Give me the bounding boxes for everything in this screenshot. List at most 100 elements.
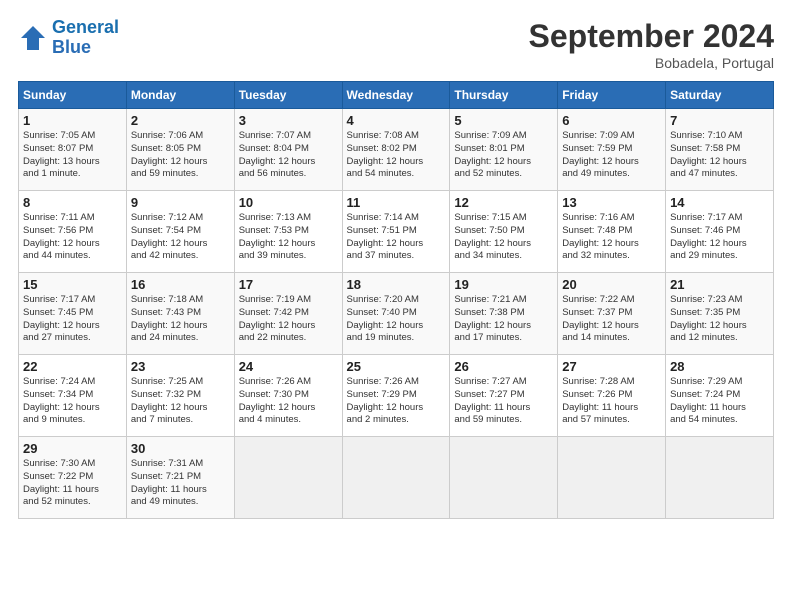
day-number: 14 [670, 195, 769, 210]
day-info: Sunrise: 7:24 AMSunset: 7:34 PMDaylight:… [23, 376, 122, 427]
weekday-wednesday: Wednesday [342, 82, 450, 109]
month-title: September 2024 [529, 18, 774, 55]
calendar-cell: 19 Sunrise: 7:21 AMSunset: 7:38 PMDayligh… [450, 273, 558, 355]
day-number: 17 [239, 277, 338, 292]
calendar-cell: 23Sunrise: 7:25 AMSunset: 7:32 PMDayligh… [126, 355, 234, 437]
weekday-tuesday: Tuesday [234, 82, 342, 109]
day-number: 4 [347, 113, 446, 128]
day-number: 10 [239, 195, 338, 210]
day-number: 11 [347, 195, 446, 210]
day-number: 8 [23, 195, 122, 210]
week-row-1: 1 Sunrise: 7:05 AMSunset: 8:07 PMDaylight… [19, 109, 774, 191]
calendar-cell: 25 Sunrise: 7:26 AMSunset: 7:29 PMDayligh… [342, 355, 450, 437]
day-number: 23 [131, 359, 230, 374]
day-info: Sunrise: 7:20 AMSunset: 7:40 PMDaylight:… [347, 294, 446, 345]
calendar-cell [234, 437, 342, 519]
logo-text: General Blue [52, 18, 119, 58]
calendar-cell: 14 Sunrise: 7:17 AMSunset: 7:46 PMDayligh… [666, 191, 774, 273]
calendar-cell: 4 Sunrise: 7:08 AMSunset: 8:02 PMDaylight… [342, 109, 450, 191]
calendar-cell: 27Sunrise: 7:28 AMSunset: 7:26 PMDayligh… [558, 355, 666, 437]
day-info: Sunrise: 7:15 AMSunset: 7:50 PMDaylight:… [454, 212, 553, 263]
day-number: 30 [131, 441, 230, 456]
calendar-cell: 3 Sunrise: 7:07 AMSunset: 8:04 PMDaylight… [234, 109, 342, 191]
calendar-cell: 13Sunrise: 7:16 AMSunset: 7:48 PMDayligh… [558, 191, 666, 273]
title-block: September 2024 Bobadela, Portugal [529, 18, 774, 71]
day-number: 13 [562, 195, 661, 210]
calendar-cell: 2 Sunrise: 7:06 AMSunset: 8:05 PMDaylight… [126, 109, 234, 191]
day-number: 25 [347, 359, 446, 374]
calendar-body: 1 Sunrise: 7:05 AMSunset: 8:07 PMDaylight… [19, 109, 774, 519]
day-info: Sunrise: 7:12 AMSunset: 7:54 PMDaylight:… [131, 212, 230, 263]
calendar-cell: 24 Sunrise: 7:26 AMSunset: 7:30 PMDayligh… [234, 355, 342, 437]
calendar-cell: 30 Sunrise: 7:31 AMSunset: 7:21 PMDayligh… [126, 437, 234, 519]
day-info: Sunrise: 7:27 AMSunset: 7:27 PMDaylight:… [454, 376, 553, 427]
logo: General Blue [18, 18, 119, 58]
weekday-thursday: Thursday [450, 82, 558, 109]
day-number: 22 [23, 359, 122, 374]
location: Bobadela, Portugal [529, 55, 774, 71]
day-info: Sunrise: 7:08 AMSunset: 8:02 PMDaylight:… [347, 130, 446, 181]
calendar-cell: 15 Sunrise: 7:17 AMSunset: 7:45 PMDayligh… [19, 273, 127, 355]
day-number: 2 [131, 113, 230, 128]
day-number: 27 [562, 359, 661, 374]
week-row-2: 8 Sunrise: 7:11 AMSunset: 7:56 PMDaylight… [19, 191, 774, 273]
day-info: Sunrise: 7:26 AMSunset: 7:30 PMDaylight:… [239, 376, 338, 427]
calendar-table: SundayMondayTuesdayWednesdayThursdayFrid… [18, 81, 774, 519]
day-number: 9 [131, 195, 230, 210]
calendar-cell: 26 Sunrise: 7:27 AMSunset: 7:27 PMDayligh… [450, 355, 558, 437]
day-info: Sunrise: 7:05 AMSunset: 8:07 PMDaylight:… [23, 130, 122, 181]
day-number: 7 [670, 113, 769, 128]
header: General Blue September 2024 Bobadela, Po… [18, 18, 774, 71]
day-info: Sunrise: 7:11 AMSunset: 7:56 PMDaylight:… [23, 212, 122, 263]
day-info: Sunrise: 7:17 AMSunset: 7:46 PMDaylight:… [670, 212, 769, 263]
day-number: 20 [562, 277, 661, 292]
day-number: 12 [454, 195, 553, 210]
calendar-cell: 12 Sunrise: 7:15 AMSunset: 7:50 PMDayligh… [450, 191, 558, 273]
logo-icon [18, 23, 48, 53]
calendar-cell: 20 Sunrise: 7:22 AMSunset: 7:37 PMDayligh… [558, 273, 666, 355]
day-info: Sunrise: 7:17 AMSunset: 7:45 PMDaylight:… [23, 294, 122, 345]
weekday-saturday: Saturday [666, 82, 774, 109]
calendar-cell: 11 Sunrise: 7:14 AMSunset: 7:51 PMDayligh… [342, 191, 450, 273]
calendar-cell [558, 437, 666, 519]
day-number: 19 [454, 277, 553, 292]
day-info: Sunrise: 7:19 AMSunset: 7:42 PMDaylight:… [239, 294, 338, 345]
day-number: 15 [23, 277, 122, 292]
day-info: Sunrise: 7:29 AMSunset: 7:24 PMDaylight:… [670, 376, 769, 427]
day-info: Sunrise: 7:26 AMSunset: 7:29 PMDaylight:… [347, 376, 446, 427]
day-info: Sunrise: 7:09 AMSunset: 7:59 PMDaylight:… [562, 130, 661, 181]
calendar-cell: 17 Sunrise: 7:19 AMSunset: 7:42 PMDayligh… [234, 273, 342, 355]
day-info: Sunrise: 7:21 AMSunset: 7:38 PMDaylight:… [454, 294, 553, 345]
calendar-cell: 10 Sunrise: 7:13 AMSunset: 7:53 PMDayligh… [234, 191, 342, 273]
calendar-cell [666, 437, 774, 519]
day-info: Sunrise: 7:31 AMSunset: 7:21 PMDaylight:… [131, 458, 230, 509]
calendar-cell: 6Sunrise: 7:09 AMSunset: 7:59 PMDaylight… [558, 109, 666, 191]
day-info: Sunrise: 7:22 AMSunset: 7:37 PMDaylight:… [562, 294, 661, 345]
calendar-cell: 9 Sunrise: 7:12 AMSunset: 7:54 PMDaylight… [126, 191, 234, 273]
day-number: 26 [454, 359, 553, 374]
day-info: Sunrise: 7:18 AMSunset: 7:43 PMDaylight:… [131, 294, 230, 345]
day-info: Sunrise: 7:09 AMSunset: 8:01 PMDaylight:… [454, 130, 553, 181]
day-info: Sunrise: 7:23 AMSunset: 7:35 PMDaylight:… [670, 294, 769, 345]
day-number: 1 [23, 113, 122, 128]
calendar-cell: 22 Sunrise: 7:24 AMSunset: 7:34 PMDayligh… [19, 355, 127, 437]
calendar-cell [342, 437, 450, 519]
weekday-friday: Friday [558, 82, 666, 109]
day-number: 24 [239, 359, 338, 374]
day-number: 29 [23, 441, 122, 456]
day-number: 18 [347, 277, 446, 292]
day-info: Sunrise: 7:07 AMSunset: 8:04 PMDaylight:… [239, 130, 338, 181]
day-number: 21 [670, 277, 769, 292]
calendar-cell: 28 Sunrise: 7:29 AMSunset: 7:24 PMDayligh… [666, 355, 774, 437]
day-info: Sunrise: 7:13 AMSunset: 7:53 PMDaylight:… [239, 212, 338, 263]
day-info: Sunrise: 7:06 AMSunset: 8:05 PMDaylight:… [131, 130, 230, 181]
day-info: Sunrise: 7:14 AMSunset: 7:51 PMDaylight:… [347, 212, 446, 263]
calendar-cell: 5Sunrise: 7:09 AMSunset: 8:01 PMDaylight… [450, 109, 558, 191]
calendar-cell: 21 Sunrise: 7:23 AMSunset: 7:35 PMDayligh… [666, 273, 774, 355]
day-number: 3 [239, 113, 338, 128]
day-number: 28 [670, 359, 769, 374]
day-number: 16 [131, 277, 230, 292]
calendar-cell: 18 Sunrise: 7:20 AMSunset: 7:40 PMDayligh… [342, 273, 450, 355]
weekday-sunday: Sunday [19, 82, 127, 109]
calendar-cell: 29Sunrise: 7:30 AMSunset: 7:22 PMDayligh… [19, 437, 127, 519]
